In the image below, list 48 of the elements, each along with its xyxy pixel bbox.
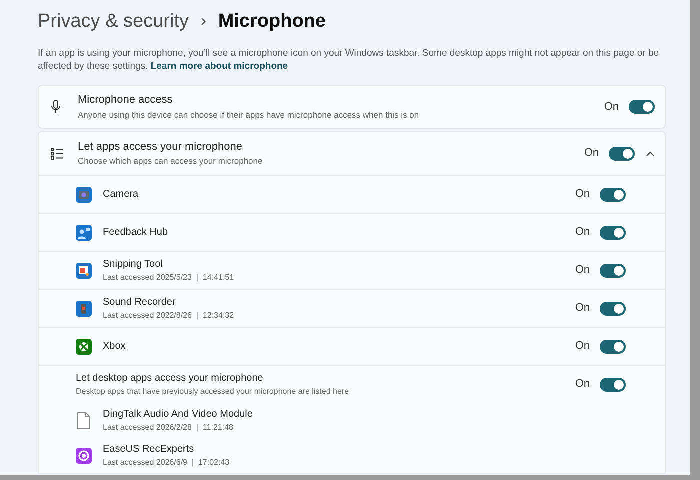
setting-subtitle: Desktop apps that have previously accessed your microphone are listed here [76,386,350,398]
setting-subtitle: Anyone using this device can choose if their apps have microphone access when this is on [78,108,420,122]
last-accessed-text: Last accessed 2026/2/28 | 11:21:48 [103,422,234,434]
toggle-switch[interactable] [600,340,626,354]
setting-subtitle: Choose which apps can access your microphone [78,155,264,168]
microphone-icon [51,100,61,114]
chevron-up-icon[interactable] [646,150,655,156]
record-icon [76,448,92,464]
toggle-switch[interactable] [600,302,626,316]
xbox-icon [76,338,92,354]
page-title: Microphone [218,10,326,34]
camera-icon [76,186,92,202]
breadcrumb-link[interactable]: Privacy & security [38,8,189,36]
toggle-switch[interactable] [609,146,635,160]
toggle-state-label: On [575,377,590,392]
app-name: Camera [103,188,140,202]
toggle-switch[interactable] [600,226,626,240]
toggle-switch[interactable] [600,264,626,278]
setting-title: Microphone access [78,93,174,108]
list-icon [51,148,63,160]
toggle-state-label: On [575,301,590,316]
scissors-screen-icon [76,262,92,278]
learn-more-link[interactable]: Learn more about microphone [150,61,288,72]
app-name: EaseUS RecExperts [103,443,196,457]
toggle-state-label: On [575,263,590,278]
toggle-state-label: On [584,146,599,162]
app-name: Xbox [103,340,127,354]
toggle-state-label: On [604,100,619,115]
toggle-state-label: On [575,225,590,240]
app-name: DingTalk Audio And Video Module [103,408,254,422]
last-accessed-text: Last accessed 2025/5/23 | 14:41:51 [103,272,236,284]
app-name: Snipping Tool [103,258,164,272]
toggle-switch[interactable] [600,188,626,202]
last-accessed-text: Last accessed 2022/8/26 | 12:34:32 [103,310,236,322]
app-name: Feedback Hub [103,226,170,240]
app-name: Sound Recorder [103,296,177,310]
recorder-icon [76,300,92,316]
file-icon [77,412,91,430]
person-icon [76,224,92,240]
last-accessed-text: Last accessed 2026/6/9 | 17:02:43 [103,457,231,469]
setting-title: Let desktop apps access your microphone [76,372,264,386]
breadcrumb-separator: › [200,12,208,32]
toggle-switch[interactable] [600,378,626,392]
description-text: If an app is using your microphone, you’ll see a microphone icon on your Windows taskbar. Some desktop apps might not appear on this page or be affected by these settings. Learn more about microphone [38,47,660,73]
toggle-state-label: On [575,187,590,202]
toggle-state-label: On [575,339,590,354]
setting-title: Let apps access your microphone [78,140,244,155]
toggle-switch[interactable] [629,100,655,114]
